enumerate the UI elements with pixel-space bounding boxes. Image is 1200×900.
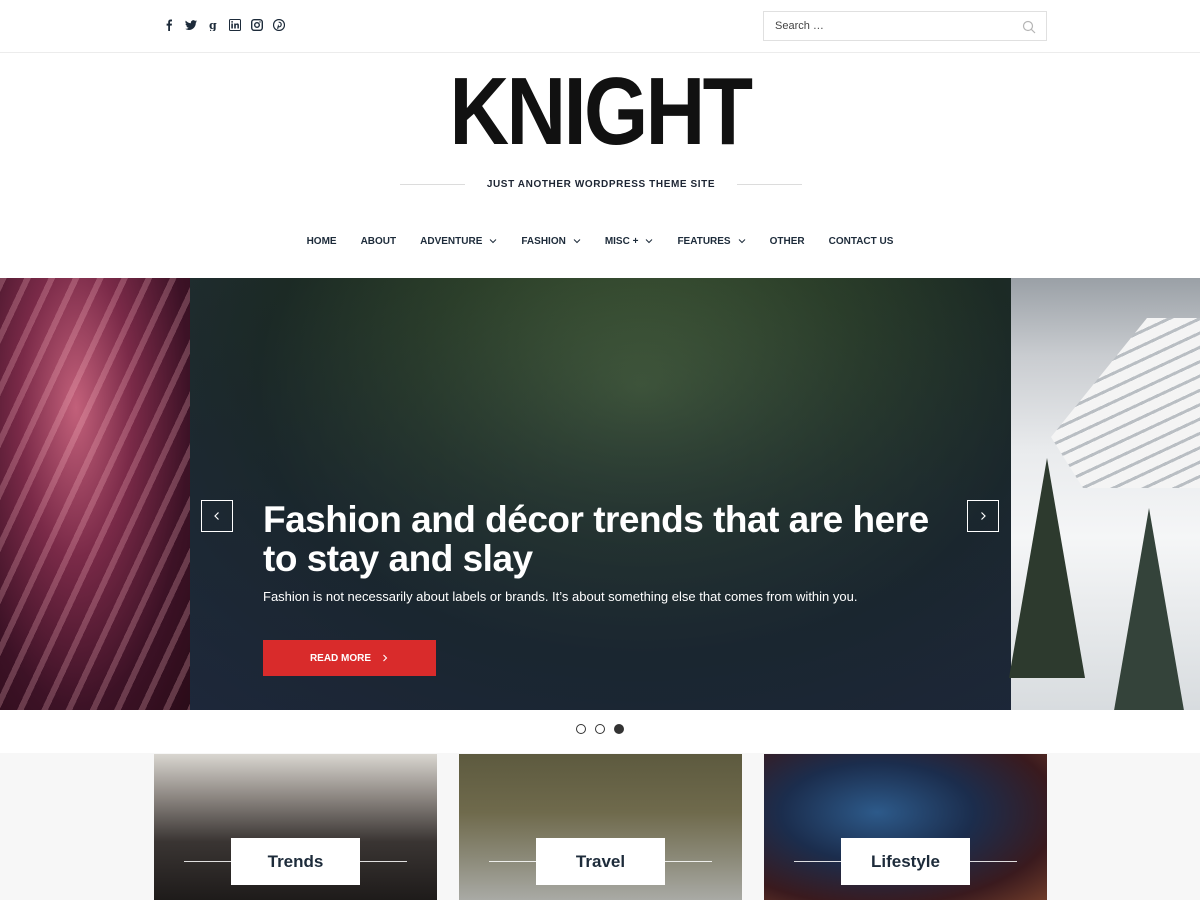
nav-item-features[interactable]: FEATURES [665,233,757,249]
chevron-right-icon [383,654,388,662]
slider-dot-active[interactable] [614,724,624,734]
site-tagline: JUST ANOTHER WORDPRESS THEME SITE [486,178,716,190]
category-card-trends[interactable]: Trends [154,754,437,900]
nav-item-home[interactable]: HOME [295,233,349,249]
category-label: Trends [231,838,360,885]
nav-item-label: MISC + [604,235,639,247]
search-box [763,11,1047,41]
category-card-lifestyle[interactable]: Lifestyle [764,754,1047,900]
nav-item-about[interactable]: ABOUT [349,233,409,249]
tree-image [1111,508,1187,710]
category-card-travel[interactable]: Travel [459,754,742,900]
nav-item-label: OTHER [769,235,805,247]
nav-item-label: ABOUT [360,235,397,247]
read-more-label: READ MORE [309,652,372,664]
nav-item-label: HOME [306,235,337,247]
twitter-icon[interactable] [180,17,202,33]
svg-text:g: g [209,19,217,31]
tagline-row: JUST ANOTHER WORDPRESS THEME SITE [400,176,802,192]
featured-slider [0,278,1200,710]
google-plus-icon[interactable]: g [202,17,224,33]
slider-next-button[interactable] [967,500,999,532]
nav-item-label: CONTACT US [828,235,894,247]
top-bar: g [0,0,1200,53]
chevron-right-icon [981,512,986,520]
divider [400,183,465,185]
nav-item-label: FEATURES [677,235,731,247]
chevron-left-icon [214,512,219,520]
search-icon[interactable] [1022,20,1036,34]
search-input[interactable] [764,12,1004,40]
category-label: Lifestyle [841,838,970,885]
slide-image-snow-cabin[interactable] [1009,278,1200,710]
nav-item-adventure[interactable]: ADVENTURE [408,233,509,249]
nav-item-fashion[interactable]: FASHION [509,233,592,249]
slider-prev-button[interactable] [201,500,233,532]
slide-image-canyon[interactable] [0,278,190,710]
chevron-down-icon [646,239,653,244]
chevron-down-icon [490,239,497,244]
divider [737,183,802,185]
nav-item-label: ADVENTURE [420,235,483,247]
pinterest-icon[interactable] [268,17,290,33]
tree-image [1009,458,1085,678]
facebook-icon[interactable] [158,17,180,33]
slide-excerpt: Fashion is not necessarily about labels … [263,589,858,604]
nav-item-misc[interactable]: MISC + [593,233,666,249]
main-navigation: HOME ABOUT ADVENTURE FASHION MISC + FEAT… [0,233,1200,249]
nav-item-contact-us[interactable]: CONTACT US [817,233,906,249]
slider-pagination [576,724,624,734]
nav-item-other[interactable]: OTHER [758,233,817,249]
chevron-down-icon [738,239,745,244]
site-title[interactable]: KNIGHT [84,62,1116,162]
slider-dot[interactable] [595,724,605,734]
linkedin-icon[interactable] [224,17,246,33]
social-links: g [158,17,290,33]
category-label: Travel [536,838,665,885]
read-more-button[interactable]: READ MORE [263,640,436,676]
instagram-icon[interactable] [246,17,268,33]
nav-item-label: FASHION [521,235,566,247]
chevron-down-icon [573,239,581,244]
slider-dot[interactable] [576,724,586,734]
slide-title[interactable]: Fashion and décor trends that are here t… [263,500,963,578]
